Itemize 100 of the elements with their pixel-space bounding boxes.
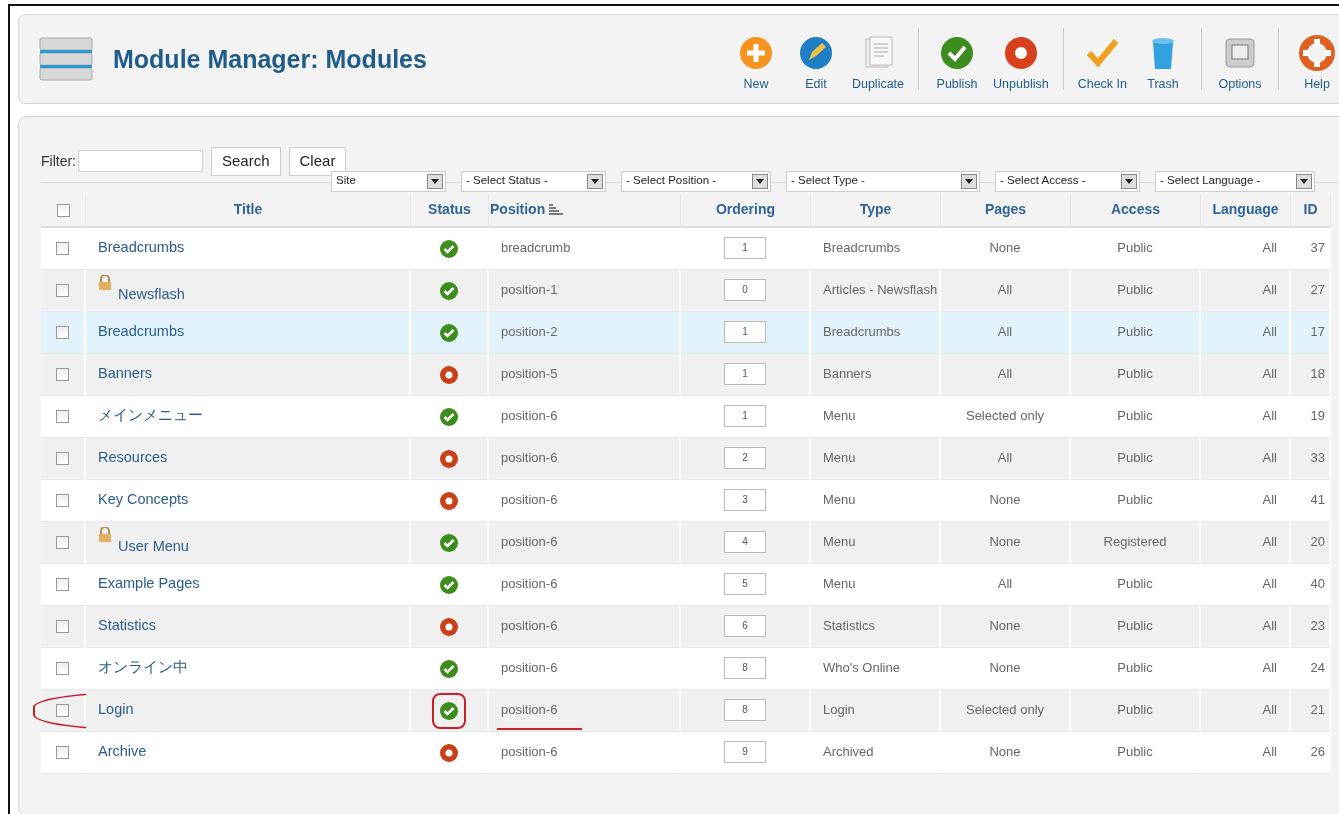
publish-button[interactable]: Publish	[927, 24, 988, 94]
title-link[interactable]: メインメニュー	[98, 407, 203, 424]
lifebuoy-icon	[1299, 35, 1335, 72]
title-link[interactable]: Breadcrumbs	[98, 323, 185, 340]
clear-button[interactable]: Clear	[288, 147, 347, 176]
column-header[interactable]: Ordering	[715, 201, 776, 217]
dropdown[interactable]: - Select Type -	[786, 170, 980, 192]
column-header[interactable]: Language	[1212, 201, 1279, 217]
check-icon[interactable]	[440, 659, 458, 678]
check-icon[interactable]	[440, 239, 458, 258]
duplicate-button[interactable]: Duplicate	[845, 24, 911, 94]
ordering-field[interactable]: 1	[724, 237, 766, 259]
column-header[interactable]: ID	[1303, 201, 1318, 217]
dropdown[interactable]: - Select Language -	[1155, 170, 1315, 192]
title-link[interactable]: Archive	[98, 743, 147, 760]
stop-icon[interactable]	[440, 743, 458, 762]
checkbox[interactable]	[56, 662, 69, 676]
new-button[interactable]: New	[725, 24, 786, 94]
checkbox[interactable]	[56, 620, 69, 634]
filter-field[interactable]	[78, 150, 203, 173]
checkbox[interactable]	[56, 452, 69, 466]
language-text: All	[1262, 534, 1277, 550]
ordering-field[interactable]: 6	[724, 615, 766, 637]
checkbox[interactable]	[56, 326, 69, 340]
ordering-field[interactable]: 8	[724, 699, 766, 721]
checkbox[interactable]	[56, 746, 69, 760]
checkbox[interactable]	[56, 368, 69, 382]
checkbox[interactable]	[56, 494, 69, 508]
column-header[interactable]: Pages	[984, 201, 1027, 217]
title-link[interactable]: Banners	[98, 365, 152, 382]
checkin-button[interactable]: Check In	[1071, 24, 1133, 94]
dropdown[interactable]: - Select Position -	[621, 170, 771, 192]
unpublish-button[interactable]: Unpublish	[987, 24, 1055, 94]
checkbox[interactable]	[56, 536, 69, 550]
stop-icon[interactable]	[440, 617, 458, 636]
checkbox[interactable]	[56, 203, 70, 217]
column-header[interactable]: Title	[233, 201, 263, 217]
search-button[interactable]: Search	[211, 147, 281, 176]
checkbox[interactable]	[56, 578, 69, 592]
ordering-field[interactable]: 1	[724, 321, 766, 343]
checkbox[interactable]	[56, 704, 69, 718]
caret-icon	[431, 178, 439, 184]
check-icon[interactable]	[440, 701, 458, 720]
title-link[interactable]: Breadcrumbs	[98, 239, 185, 256]
edit-button[interactable]: Edit	[785, 24, 846, 94]
title-link[interactable]: Newsflash	[118, 285, 185, 302]
check-icon[interactable]	[440, 323, 458, 342]
trash-button[interactable]: Trash	[1133, 24, 1193, 94]
stop-icon[interactable]	[440, 449, 458, 468]
title-link[interactable]: Resources	[98, 449, 168, 466]
stop-icon[interactable]	[440, 365, 458, 384]
ordering-field[interactable]: 5	[724, 573, 766, 595]
ordering-field[interactable]: 0	[724, 279, 766, 301]
ordering-field[interactable]: 1	[724, 363, 766, 385]
position-text: position-6	[501, 702, 558, 718]
id-text: 23	[1310, 618, 1325, 634]
pages-text: None	[989, 618, 1021, 634]
check-icon[interactable]	[440, 281, 458, 300]
column-header[interactable]: Status	[428, 201, 471, 217]
ordering-field[interactable]: 3	[724, 489, 766, 511]
column-header[interactable]: Type	[859, 201, 892, 217]
language-text: All	[1262, 282, 1277, 298]
check-icon[interactable]	[440, 575, 458, 594]
column-header[interactable]: Access	[1110, 201, 1160, 217]
type-text: Banners	[823, 366, 872, 382]
ordering-field[interactable]: 2	[724, 447, 766, 469]
type-text: Menu	[823, 534, 856, 550]
pages-text: Selected only	[965, 408, 1045, 424]
title-link[interactable]: Key Concepts	[98, 491, 189, 508]
id-text: 40	[1310, 576, 1325, 592]
check-icon[interactable]	[440, 407, 458, 426]
position-text: position-6	[501, 450, 558, 466]
dropdown[interactable]: - Select Status -	[461, 170, 606, 192]
ordering-field[interactable]: 4	[724, 531, 766, 553]
checkbox[interactable]	[56, 242, 69, 256]
position-text: position-2	[501, 324, 558, 340]
pages-text: All	[997, 282, 1013, 298]
title-link[interactable]: Login	[98, 701, 134, 718]
ordering-field[interactable]: 1	[724, 405, 766, 427]
ordering-field[interactable]: 9	[724, 741, 766, 763]
dropdown[interactable]: Site	[331, 170, 446, 192]
title-link[interactable]: Statistics	[98, 617, 156, 634]
title-link[interactable]: User Menu	[118, 537, 189, 554]
help-button[interactable]: Help	[1287, 24, 1339, 94]
dropdown[interactable]: - Select Access -	[995, 170, 1140, 192]
language-text: All	[1262, 744, 1277, 760]
title-link[interactable]: オンライン中	[98, 659, 188, 676]
language-text: All	[1262, 408, 1277, 424]
type-text: Breadcrumbs	[823, 324, 901, 340]
stop-icon[interactable]	[440, 491, 458, 510]
checkbox[interactable]	[56, 284, 69, 298]
position-text: position-6	[501, 618, 558, 634]
ordering-field[interactable]: 8	[724, 657, 766, 679]
options-button[interactable]: Options	[1210, 24, 1270, 94]
sort-icon[interactable]	[549, 204, 564, 217]
column-header[interactable]: Position	[490, 201, 546, 217]
check-icon[interactable]	[440, 533, 458, 552]
title-link[interactable]: Example Pages	[98, 575, 200, 592]
checkbox[interactable]	[56, 410, 69, 424]
pencil-icon	[797, 35, 834, 72]
